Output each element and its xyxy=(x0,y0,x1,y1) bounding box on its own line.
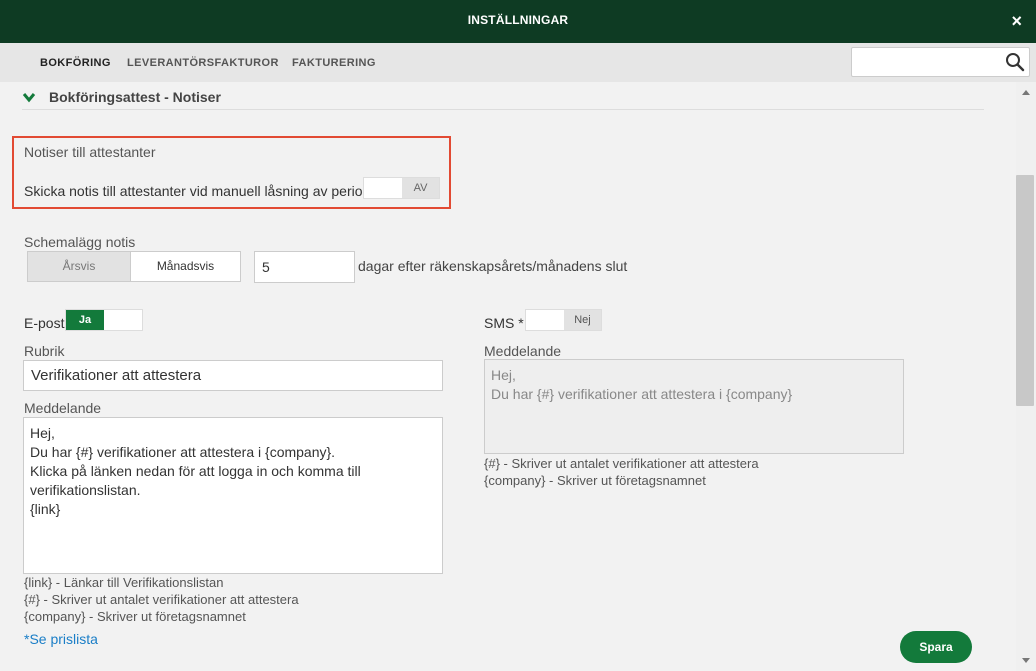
tab-bokforing[interactable]: BOKFÖRING xyxy=(40,57,111,69)
email-toggle-state: Ja xyxy=(66,310,104,330)
schedule-option-arsvis[interactable]: Årsvis xyxy=(28,252,130,281)
days-input[interactable]: 5 xyxy=(254,251,355,283)
chevron-down-icon[interactable] xyxy=(22,91,36,103)
email-help-count: {#} - Skriver ut antalet verifikationer … xyxy=(24,592,299,607)
sms-label: SMS * xyxy=(484,315,524,331)
dialog-title: INSTÄLLNINGAR xyxy=(467,13,569,27)
email-subject-input[interactable]: Verifikationer att attestera xyxy=(23,360,443,391)
tab-fakturering[interactable]: FAKTURERING xyxy=(292,57,376,69)
tabs-bar: BOKFÖRING LEVERANTÖRSFAKTUROR FAKTURERIN… xyxy=(0,43,1036,82)
sms-message-label: Meddelande xyxy=(484,343,562,359)
search-input[interactable] xyxy=(858,52,998,72)
section-title: Bokföringsattest - Notiser xyxy=(49,89,221,105)
sms-toggle-state: Nej xyxy=(564,310,601,330)
save-button[interactable]: Spara xyxy=(900,631,972,663)
sms-message-textarea: Hej, Du har {#} verifikationer att attes… xyxy=(484,359,904,454)
notify-heading: Notiser till attestanter xyxy=(24,144,156,160)
search-box xyxy=(851,47,1030,77)
tab-leverantorsfakturor[interactable]: LEVERANTÖRSFAKTUROR xyxy=(127,57,279,69)
dialog-header: INSTÄLLNINGAR × xyxy=(0,0,1036,43)
schedule-label: Schemalägg notis xyxy=(24,234,136,250)
manual-lock-state: AV xyxy=(402,178,439,198)
email-toggle[interactable]: Ja xyxy=(65,309,143,331)
days-suffix: dagar efter räkenskapsårets/månadens slu… xyxy=(358,258,628,274)
close-icon[interactable]: × xyxy=(1011,12,1022,30)
schedule-option-manadsvis[interactable]: Månadsvis xyxy=(130,252,240,281)
email-message-label: Meddelande xyxy=(24,400,102,416)
email-subject-label: Rubrik xyxy=(24,343,65,359)
email-message-textarea[interactable]: Hej, Du har {#} verifikationer att attes… xyxy=(23,417,443,574)
price-list-link[interactable]: *Se prislista xyxy=(24,631,98,647)
scroll-up-icon[interactable] xyxy=(1022,90,1030,95)
email-help-company: {company} - Skriver ut företagsnamnet xyxy=(24,609,246,624)
search-icon[interactable] xyxy=(1005,52,1025,72)
schedule-segmented-control: Årsvis Månadsvis xyxy=(27,251,241,282)
scrollbar[interactable] xyxy=(1016,82,1036,671)
sms-help-company: {company} - Skriver ut företagsnamnet xyxy=(484,473,706,488)
email-help-link: {link} - Länkar till Verifikationslistan xyxy=(24,575,224,590)
settings-content: Bokföringsattest - Notiser Notiser till … xyxy=(0,82,1016,671)
sms-help-count: {#} - Skriver ut antalet verifikationer … xyxy=(484,456,759,471)
scroll-down-icon[interactable] xyxy=(1022,658,1030,663)
sms-toggle[interactable]: Nej xyxy=(525,309,602,331)
manual-lock-label: Skicka notis till attestanter vid manuel… xyxy=(24,183,371,199)
manual-lock-toggle[interactable]: AV xyxy=(363,177,440,199)
scrollbar-thumb[interactable] xyxy=(1016,175,1034,406)
section-header[interactable]: Bokföringsattest - Notiser xyxy=(22,87,984,110)
email-label: E-post xyxy=(24,315,65,331)
